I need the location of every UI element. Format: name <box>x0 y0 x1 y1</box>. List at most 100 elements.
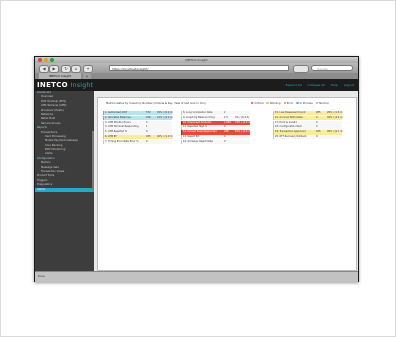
header-links: Expand All Collapse All Help Logout <box>281 82 354 88</box>
metric-label: 3. ATM Monitor Errors <box>105 120 131 124</box>
metric-row[interactable]: 13. Reject Pct 0 <box>181 134 250 140</box>
panel-info-text: Metrics status by Inventory Number (Crit… <box>106 102 206 105</box>
metric-threshold: 32% / (3.4 d) <box>327 115 343 119</box>
metric-row[interactable]: 6. ATM RT 185 40% / (1.9 d) <box>103 134 173 140</box>
legend-label: Warning <box>269 102 281 105</box>
metric-label: 10. Dispensed Amounts <box>183 120 212 124</box>
logout-link[interactable]: Logout <box>344 83 354 87</box>
metric-label: 18. Configuration Item <box>275 125 302 129</box>
sidebar-item[interactable]: Admin <box>35 187 94 192</box>
metric-value: 3 <box>146 120 148 124</box>
legend-item: Warning <box>266 101 281 105</box>
legend-item: In Process <box>296 101 313 105</box>
metrics-panel: Metrics status by Inventory Number (Crit… <box>97 97 357 271</box>
metric-label: 15. Low Dispensed Count <box>275 111 306 114</box>
metric-label: 2. Allocated Balances <box>105 115 131 119</box>
metric-row[interactable]: 15. Low Dispensed Count 285 29% / (1.6 d) <box>273 111 343 116</box>
metric-row[interactable]: 1. Authorized ATM 572 30% / (0.4 d) <box>103 111 173 116</box>
metric-row[interactable]: 20. RTT Recovery Rollback 0 <box>273 134 342 140</box>
brand-logo[interactable]: INETCO Insight <box>37 80 93 90</box>
metric-threshold: 74% / (0.8 d) <box>235 120 251 124</box>
brand-name: INETCO <box>37 81 68 89</box>
browser-statusbar: Done <box>35 271 358 282</box>
metric-row[interactable]: 16. Account Both Sides 0 32% / (3.4 d) <box>273 115 343 121</box>
metric-row[interactable]: 17. Error & Invalid 0 <box>273 120 342 125</box>
metric-value: 185 <box>316 130 321 134</box>
metric-value: 0 <box>316 120 318 124</box>
legend-dot-icon <box>296 101 299 105</box>
metric-row[interactable]: 3. ATM Monitor Errors 3 <box>103 120 172 125</box>
metric-label: 5. ATM Rejected % <box>105 130 128 134</box>
metric-label: 9. Acquiring Balance Clrng <box>183 115 215 119</box>
main-content: Dashboard Summary Metrics status by Inve… <box>94 91 358 271</box>
metric-value: 0 <box>224 139 226 143</box>
metric-label: 14. All Issuer Reject Rate <box>183 139 213 143</box>
metric-row[interactable]: 9. Acquiring Balance Clrng 1.5 4% / (0.4 d… <box>181 115 250 121</box>
metric-value: 0 <box>316 115 318 119</box>
expand-all-link[interactable]: Expand All <box>286 83 302 87</box>
metric-value: 0 <box>146 130 148 134</box>
metric-value: 1.5 <box>224 115 228 119</box>
metrics-column-2: 8. Long Completion Rate 2 9. Acquiring Bal… <box>181 111 251 145</box>
metric-value: 572 <box>146 111 151 114</box>
metric-row[interactable]: 8. Long Completion Rate 2 <box>181 111 250 116</box>
metric-row[interactable]: 5. ATM Rejected % 0 <box>103 130 172 135</box>
status-legend: Critical Warning Error In Process Normal <box>248 101 329 106</box>
sidebar-nav: Dashboard Overview POS Terminal (POS) ATM T… <box>35 91 94 271</box>
metric-value: 185 <box>146 134 151 138</box>
app-header: INETCO Insight Expand All Collapse All H… <box>35 79 358 91</box>
metric-value: 1 <box>146 125 148 129</box>
legend-item: Normal <box>315 101 329 105</box>
metric-label: 1. Authorized ATM <box>105 111 127 114</box>
metric-label: 13. Reject Pct <box>183 134 200 138</box>
metric-value: 1,008 <box>224 120 231 124</box>
metrics-column-3: 15. Low Dispensed Count 285 29% / (1.6 d) 1… <box>273 111 343 140</box>
metric-row[interactable]: 7. Timing Error Rate Error % 0 <box>103 139 172 145</box>
home-button[interactable]: ⌂ <box>71 65 81 73</box>
metric-label: 8. Long Completion Rate <box>183 111 213 114</box>
legend-dot-icon <box>315 101 319 105</box>
metric-row[interactable]: 2. Allocated Balances 108 21% / (2.3 d) <box>103 115 173 121</box>
metric-threshold: 61% / (0.6 d) <box>235 130 251 134</box>
forward-button[interactable]: ▶ <box>49 65 59 73</box>
legend-label: In Process <box>299 102 313 105</box>
legend-item: Critical <box>251 101 264 105</box>
legend-label: Normal <box>319 102 329 105</box>
help-link[interactable]: Help <box>331 83 338 87</box>
metric-value: 2 <box>224 111 226 114</box>
metric-threshold: 29% / (1.6 d) <box>327 111 343 114</box>
legend-dot-icon <box>283 101 286 105</box>
metric-row[interactable]: 4. ATM Terminal Responding 1 <box>103 125 172 130</box>
metric-row[interactable]: 14. All Issuer Reject Rate 0 <box>181 139 250 145</box>
search-input[interactable]: Google <box>311 65 353 71</box>
metric-row[interactable]: 19. Transaction Approved 185 48% / (0.7 d) <box>273 130 343 135</box>
metric-label: 11. Rejected High % <box>183 125 208 129</box>
metric-row[interactable]: 10. Dispensed Amounts 1,008 74% / (0.8 d) <box>181 120 251 125</box>
browser-toolbar: ◀ ▶ ↻ ⌂ + https://localhost/insight/ Goo… <box>35 63 358 73</box>
metric-row[interactable]: 12. Denied Reqs Responded 248 61% / (0.6 d… <box>181 130 251 135</box>
back-button[interactable]: ◀ <box>39 65 49 73</box>
metric-threshold: 30% / (0.4 d) <box>157 111 173 114</box>
metric-label: 17. Error & Invalid <box>275 120 297 124</box>
status-text: Done <box>38 275 45 278</box>
add-bookmark-button[interactable]: + <box>83 65 93 73</box>
url-field[interactable]: https://localhost/insight/ <box>109 65 289 71</box>
brand-subtitle: Insight <box>70 82 94 89</box>
metrics-column-1: 1. Authorized ATM 572 30% / (0.4 d) 2. Allo… <box>103 111 173 145</box>
metric-threshold: 21% / (2.3 d) <box>157 115 173 119</box>
collapse-all-link[interactable]: Collapse All <box>308 83 325 87</box>
metric-value: 0 <box>316 125 318 129</box>
page-menu-button[interactable] <box>293 65 309 73</box>
legend-label: Error <box>286 102 294 105</box>
metric-row[interactable]: 11. Rejected High % 0 <box>181 125 250 130</box>
metric-value: 0 <box>146 139 148 143</box>
legend-label: Critical <box>254 102 264 105</box>
metric-label: 7. Timing Error Rate Error % <box>105 139 139 143</box>
metric-value: 0 <box>224 125 226 129</box>
metric-row[interactable]: 18. Configuration Item 0 <box>273 125 342 130</box>
metric-label: 16. Account Both Sides <box>275 115 303 119</box>
reload-button[interactable]: ↻ <box>61 65 71 73</box>
metric-value: 108 <box>146 115 151 119</box>
metric-threshold: 48% / (0.7 d) <box>327 130 343 134</box>
metric-value: 0 <box>316 134 318 138</box>
